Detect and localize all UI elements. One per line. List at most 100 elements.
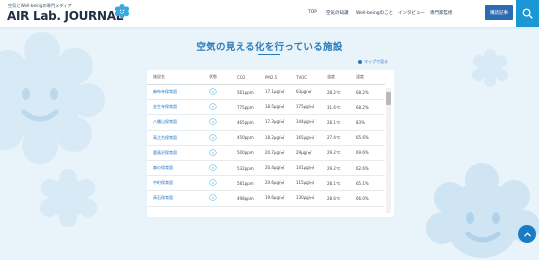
smile-face-icon — [209, 194, 217, 202]
temperature-value: 27.4℃ — [327, 130, 356, 146]
header-tvoc[interactable]: TVOC — [296, 70, 327, 85]
humidity-value: 83% — [356, 114, 385, 131]
pm25-value: 19.6μg/㎥ — [265, 190, 296, 207]
nav-interview[interactable]: インタビュー — [398, 10, 425, 16]
co2-value: 775ppm — [237, 99, 265, 116]
facility-name-link[interactable]: 麻布寺保育園 — [147, 84, 209, 101]
title-underline — [258, 54, 280, 55]
smile-face-icon — [209, 164, 217, 171]
smile-face-icon — [209, 103, 217, 111]
header-pm25[interactable]: PM2.5 — [265, 70, 296, 85]
status-cell — [209, 99, 237, 116]
facility-table-card: 施設名 状態 CO2 PM2.5 TVOC 温度 湿度 麻布寺保育園 561ppm… — [147, 70, 394, 217]
facility-table: 施設名 状態 CO2 PM2.5 TVOC 温度 湿度 麻布寺保育園 561ppm… — [147, 70, 385, 207]
tvoc-value: 144μg/㎥ — [296, 114, 327, 131]
tvoc-value: 175μg/㎥ — [296, 99, 327, 116]
decorative-cloud-top-right-icon — [472, 49, 508, 87]
search-button[interactable] — [516, 0, 539, 27]
status-cell — [209, 190, 237, 207]
facility-name-link[interactable]: 中町保育園 — [147, 175, 209, 192]
temperature-value: 28.1℃ — [327, 114, 356, 131]
tvoc-value: 115μg/㎥ — [296, 175, 327, 192]
table-row[interactable]: 麻布寺保育園 561ppm 17.1μg/㎥ 63μg/㎥ 28.2℃ 68.2% — [147, 84, 385, 101]
table-row[interactable]: 八幡山保育園 465ppm 17.3μg/㎥ 144μg/㎥ 28.1℃ 83% — [147, 114, 385, 131]
humidity-value: 62.6% — [356, 160, 385, 177]
humidity-value: 68.2% — [356, 84, 385, 101]
back-to-top-button[interactable] — [518, 225, 536, 243]
co2-value: 561ppm — [237, 84, 265, 101]
nav-well-being[interactable]: Well-beingのこと — [356, 10, 393, 16]
smile-face-icon — [209, 133, 217, 141]
map-link[interactable]: マップで見る — [358, 59, 388, 65]
facility-name-link[interactable]: 鹿島沢保育園 — [147, 145, 209, 161]
logo-text[interactable]: AIR Lab. JOURNAL — [7, 9, 123, 23]
facility-name-link[interactable]: 森の保育園 — [147, 160, 209, 177]
subscribe-button[interactable]: 購読記事 — [485, 5, 513, 20]
status-cell — [209, 84, 237, 101]
pm25-value: 17.1μg/㎥ — [265, 84, 296, 101]
pm25-value: 20.7μg/㎥ — [265, 145, 296, 161]
temperature-value: 28.6℃ — [327, 190, 356, 207]
header-status[interactable]: 状態 — [209, 70, 237, 85]
header-humidity[interactable]: 湿度 — [356, 70, 385, 85]
map-link-label: マップで見る — [364, 59, 388, 64]
table-row[interactable]: 中町保育園 581ppm 20.6μg/㎥ 115μg/㎥ 28.1℃ 65.1% — [147, 175, 385, 192]
pm25-value: 17.3μg/㎥ — [265, 114, 296, 131]
table-row[interactable]: 森の保育園 532ppm 20.4μg/㎥ 141μg/㎥ 29.2℃ 62.6% — [147, 160, 385, 177]
status-cell — [209, 130, 237, 146]
pm25-value: 20.4μg/㎥ — [265, 160, 296, 177]
decorative-cloud-right-icon — [426, 163, 539, 258]
table-row[interactable]: 高之台保育園 450ppm 18.2μg/㎥ 165μg/㎥ 27.4℃ 65.6% — [147, 130, 385, 146]
nav-air-knowledge[interactable]: 空気の知識 — [326, 10, 349, 16]
map-pin-icon — [358, 59, 362, 64]
facility-name-link[interactable]: 金生寺保育園 — [147, 99, 209, 116]
cloud-logo-icon[interactable] — [114, 4, 130, 18]
decorative-cloud-bottom-left-icon — [40, 169, 97, 227]
facility-name-link[interactable]: 高石保育園 — [147, 190, 209, 207]
facility-name-link[interactable]: 八幡山保育園 — [147, 114, 209, 131]
status-cell — [209, 160, 237, 177]
humidity-value: 66.0% — [356, 190, 385, 207]
co2-value: 532ppm — [237, 160, 265, 177]
tvoc-value: 29μg/㎥ — [296, 145, 327, 161]
header-temperature[interactable]: 温度 — [327, 70, 356, 85]
co2-value: 450ppm — [237, 130, 265, 146]
smile-face-icon — [209, 179, 217, 186]
arrow-up-icon — [523, 232, 531, 236]
scrollbar-thumb[interactable] — [386, 92, 391, 105]
tvoc-value: 63μg/㎥ — [296, 84, 327, 101]
tvoc-value: 130μg/㎥ — [296, 190, 327, 207]
smile-face-icon — [209, 118, 217, 126]
tvoc-value: 141μg/㎥ — [296, 160, 327, 177]
smile-face-icon — [209, 88, 217, 95]
site-header: 空気とWell-beingの専門メディア AIR Lab. JOURNAL TO… — [0, 0, 539, 27]
facility-name-link[interactable]: 高之台保育園 — [147, 130, 209, 146]
table-row[interactable]: 高石保育園 498ppm 19.6μg/㎥ 130μg/㎥ 28.6℃ 66.0% — [147, 190, 385, 207]
status-cell — [209, 114, 237, 131]
header-name[interactable]: 施設名 — [147, 70, 209, 85]
table-scrollbar[interactable] — [386, 88, 391, 213]
humidity-value: 69.6% — [356, 145, 385, 161]
temperature-value: 31.6℃ — [327, 99, 356, 116]
temperature-value: 29.2℃ — [327, 145, 356, 161]
humidity-value: 65.6% — [356, 130, 385, 146]
status-cell — [209, 175, 237, 192]
section-title: 空気の見える化を行っている施設 — [196, 42, 343, 53]
co2-value: 498ppm — [237, 190, 265, 207]
co2-value: 500ppm — [237, 145, 265, 161]
table-header-row: 施設名 状態 CO2 PM2.5 TVOC 温度 湿度 — [147, 70, 385, 85]
table-row[interactable]: 鹿島沢保育園 500ppm 20.7μg/㎥ 29μg/㎥ 29.2℃ 69.6% — [147, 145, 385, 161]
co2-value: 581ppm — [237, 175, 265, 192]
humidity-value: 68.2% — [356, 99, 385, 116]
humidity-value: 65.1% — [356, 175, 385, 192]
table-body: 麻布寺保育園 561ppm 17.1μg/㎥ 63μg/㎥ 28.2℃ 68.2% 金生寺保… — [147, 84, 385, 207]
pm25-value: 18.2μg/㎥ — [265, 130, 296, 146]
nav-top[interactable]: TOP — [308, 10, 317, 15]
nav-expert[interactable]: 専門家監修 — [430, 10, 453, 16]
table-row[interactable]: 金生寺保育園 775ppm 18.5μg/㎥ 175μg/㎥ 31.6℃ 68.2% — [147, 99, 385, 116]
header-co2[interactable]: CO2 — [237, 70, 265, 85]
search-icon — [522, 8, 533, 19]
temperature-value: 29.2℃ — [327, 160, 356, 177]
pm25-value: 18.5μg/㎥ — [265, 99, 296, 116]
status-cell — [209, 145, 237, 161]
